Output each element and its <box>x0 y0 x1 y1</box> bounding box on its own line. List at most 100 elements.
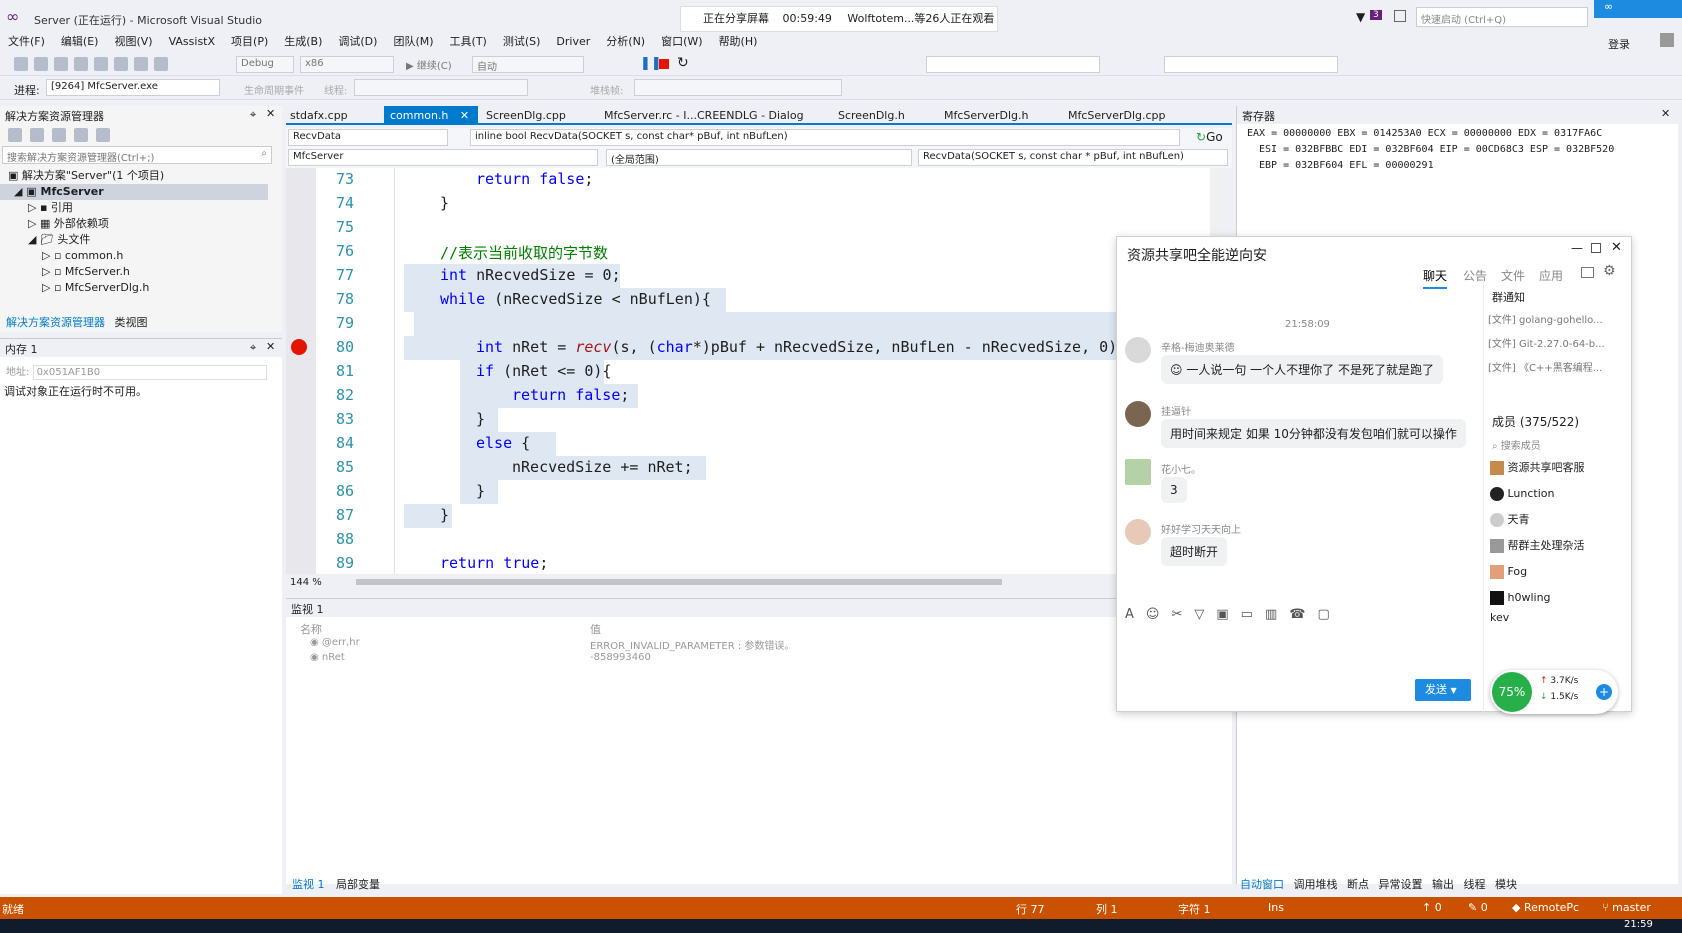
image-icon[interactable]: ▣ <box>1216 607 1240 622</box>
tab-locals[interactable]: 局部变量 <box>336 878 380 891</box>
forward-icon[interactable] <box>34 57 48 71</box>
tree-mfcserverdlg-h[interactable]: ▷ ▫ MfcServerDlg.h <box>0 280 268 296</box>
tab-common-h[interactable]: common.h ✕ <box>384 106 478 125</box>
thread-select[interactable] <box>354 79 528 96</box>
tab-close-icon[interactable]: ✕ <box>460 109 469 122</box>
lifecycle-label[interactable]: 生命周期事件 <box>244 82 304 97</box>
tab-exception-settings[interactable]: 异常设置 <box>1379 878 1423 891</box>
member-item[interactable]: Lunction <box>1490 481 1630 507</box>
member-scope-select[interactable]: RecvData(SOCKET s, const char * pBuf, in… <box>918 149 1228 166</box>
tab-threads[interactable]: 线程 <box>1464 878 1486 891</box>
notice-item[interactable]: [文件] 《C++黑客编程... <box>1488 359 1602 374</box>
tab-output[interactable]: 输出 <box>1432 878 1454 891</box>
emoji-icon[interactable]: ☺ <box>1146 607 1172 622</box>
scissors-icon[interactable]: ✂ <box>1171 607 1194 622</box>
notice-item[interactable]: [文件] Git-2.27.0-64-b... <box>1488 335 1605 350</box>
status-pencil[interactable]: ✎ 0 <box>1468 901 1488 914</box>
member-item[interactable]: kev <box>1490 611 1630 625</box>
avatar[interactable] <box>1125 337 1151 363</box>
function-select[interactable]: RecvData <box>288 129 448 146</box>
new-project-icon[interactable] <box>54 57 68 71</box>
feedback-icon[interactable] <box>1394 10 1406 22</box>
horizontal-scrollbar-thumb[interactable] <box>356 579 1002 585</box>
sender-name[interactable]: 挂逼针 <box>1161 403 1191 418</box>
tree-common-h[interactable]: ▷ ▫ common.h <box>0 248 268 264</box>
go-button[interactable]: ↻Go <box>1196 130 1223 144</box>
tree-solution[interactable]: ▣ 解决方案"Server"(1 个项目) <box>0 168 268 184</box>
quick-launch-input[interactable]: 快速启动 (Ctrl+Q) <box>1416 7 1588 27</box>
open-icon[interactable] <box>74 57 88 71</box>
solution-search-input[interactable]: 搜索解决方案资源管理器(Ctrl+;) ⌕ <box>2 146 272 164</box>
tab-stdafx-cpp[interactable]: stdafx.cpp <box>284 106 354 125</box>
member-item[interactable]: Fog <box>1490 559 1630 585</box>
menu-edit[interactable]: 编辑(E) <box>53 31 107 51</box>
close-icon[interactable]: ✕ <box>266 107 275 120</box>
save-icon[interactable] <box>94 57 108 71</box>
sender-name[interactable]: 辛格-梅迪奥莱德 <box>1161 339 1235 354</box>
settings-icon[interactable]: ⚙ <box>1603 263 1616 279</box>
phone-icon[interactable]: ☎ <box>1289 607 1317 622</box>
menu-window[interactable]: 窗口(W) <box>653 31 710 51</box>
tab-call-stack[interactable]: 调用堆栈 <box>1294 878 1338 891</box>
notice-item[interactable]: [文件] golang-gohello... <box>1488 311 1603 326</box>
tab-mfcserver-rc[interactable]: MfcServer.rc - I...CREENDLG - Dialog <box>598 106 810 125</box>
status-up[interactable]: ↑ 0 <box>1422 901 1442 914</box>
config-select[interactable]: Debug <box>236 56 294 73</box>
tree-project[interactable]: ◢ ▣ MfcServer <box>0 184 268 200</box>
avatar[interactable] <box>1125 519 1151 545</box>
tree-header-files[interactable]: ◢ 📁︎ 头文件 <box>0 232 268 248</box>
redo-icon[interactable] <box>154 57 168 71</box>
menu-vassistx[interactable]: VAssistX <box>161 33 223 50</box>
ad-banner[interactable]: ∞ <box>1594 0 1682 18</box>
memory-pin-icon[interactable]: ⌖ <box>250 341 256 355</box>
tab-breakpoints[interactable]: 断点 <box>1347 878 1369 891</box>
menu-analyze[interactable]: 分析(N) <box>598 31 653 51</box>
pin-icon[interactable]: ⌖ <box>250 108 256 122</box>
minimize-icon[interactable]: — <box>1571 241 1583 255</box>
menu-debug[interactable]: 调试(D) <box>330 31 385 51</box>
avatar[interactable] <box>1125 459 1151 485</box>
plus-icon[interactable]: + <box>1596 684 1612 700</box>
status-branch[interactable]: ⑂ master <box>1602 901 1651 914</box>
chat-close-icon[interactable]: ✕ <box>1611 240 1622 255</box>
menu-driver[interactable]: Driver <box>548 33 598 50</box>
member-item[interactable]: 天青 <box>1490 507 1630 533</box>
address-input[interactable]: 0x051AF1B0 <box>32 365 267 380</box>
chat-tab-chat[interactable]: 聊天 <box>1423 267 1448 289</box>
tab-mfcserverdlg-cpp[interactable]: MfcServerDlg.cpp <box>1062 106 1172 125</box>
sync-icon[interactable] <box>30 128 44 142</box>
menu-help[interactable]: 帮助(H) <box>711 31 766 51</box>
toolbar-combo-1[interactable] <box>926 56 1100 73</box>
tab-watch-1[interactable]: 监视 1 <box>292 878 325 891</box>
menu-tools[interactable]: 工具(T) <box>442 31 495 51</box>
save-all-icon[interactable] <box>114 57 128 71</box>
tree-references[interactable]: ▷ ▪ 引用 <box>0 200 268 216</box>
auto-select[interactable]: 自动 <box>472 56 584 73</box>
zoom-level[interactable]: 144 % <box>290 577 322 588</box>
tree-external-deps[interactable]: ▷ ▦ 外部依赖项 <box>0 216 268 232</box>
process-select[interactable]: [9264] MfcServer.exe <box>46 79 220 96</box>
registers-close-icon[interactable]: ✕ <box>1661 107 1670 120</box>
menu-view[interactable]: 视图(V) <box>106 31 160 51</box>
tab-autos[interactable]: 自动窗口 <box>1240 878 1284 891</box>
undo-icon[interactable] <box>134 57 148 71</box>
project-scope-select[interactable]: MfcServer <box>288 149 598 166</box>
filter-icon[interactable]: ▼ <box>1356 10 1365 24</box>
stackframe-select[interactable] <box>634 79 842 96</box>
refresh-icon[interactable] <box>52 128 66 142</box>
member-item[interactable]: h0wling <box>1490 585 1630 611</box>
screen-icon[interactable] <box>1581 267 1594 278</box>
sender-name[interactable]: 好好学习天天向上 <box>1161 521 1241 536</box>
gift-icon[interactable]: ▥ <box>1265 607 1289 622</box>
favorite-icon[interactable]: ▽ <box>1194 607 1216 622</box>
screenshot-icon[interactable]: ▢ <box>1317 607 1341 622</box>
properties-icon[interactable] <box>96 128 110 142</box>
font-icon[interactable]: A <box>1125 607 1146 622</box>
speed-widget[interactable]: 75% ↑ 3.7K/s ↓ 1.5K/s + <box>1490 670 1618 714</box>
collapse-icon[interactable] <box>74 128 88 142</box>
avatar[interactable] <box>1125 401 1151 427</box>
member-search[interactable]: ⌕ 搜索成员 <box>1492 437 1541 452</box>
toolbar-combo-2[interactable] <box>1164 56 1338 73</box>
taskbar-clock[interactable]: 21:59 <box>1624 919 1653 930</box>
tab-modules[interactable]: 模块 <box>1495 878 1517 891</box>
